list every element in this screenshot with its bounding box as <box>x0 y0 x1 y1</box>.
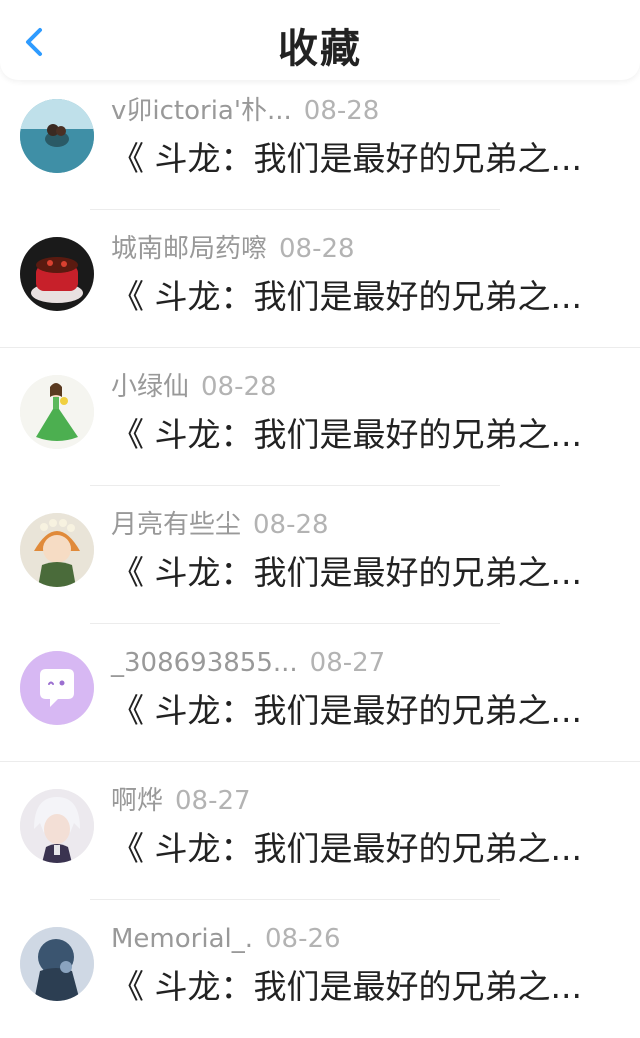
avatar[interactable] <box>20 927 94 1001</box>
item-title[interactable]: 《 斗龙：我们是最好的兄弟之... <box>111 412 611 458</box>
username[interactable]: 啊烨 <box>111 786 163 816</box>
list-item[interactable]: 啊烨 08-27 《 斗龙：我们是最好的兄弟之... <box>0 762 640 900</box>
username[interactable]: v卯ictoria'朴... <box>111 96 292 126</box>
list-item[interactable]: _308693855... 08-27 《 斗龙：我们是最好的兄弟之... <box>0 624 640 762</box>
item-title[interactable]: 《 斗龙：我们是最好的兄弟之... <box>111 136 611 182</box>
item-title[interactable]: 《 斗龙：我们是最好的兄弟之... <box>111 274 611 320</box>
item-title[interactable]: 《 斗龙：我们是最好的兄弟之... <box>111 826 611 872</box>
avatar[interactable] <box>20 99 94 173</box>
date: 08-26 <box>265 924 341 954</box>
list-item[interactable]: 小绿仙 08-28 《 斗龙：我们是最好的兄弟之... <box>0 348 640 486</box>
item-meta: 月亮有些尘 08-28 <box>111 508 329 542</box>
list-item[interactable]: 月亮有些尘 08-28 《 斗龙：我们是最好的兄弟之... <box>0 486 640 624</box>
username[interactable]: _308693855... <box>111 648 298 678</box>
list-item[interactable]: Memorial_. 08-26 《 斗龙：我们是最好的兄弟之... <box>0 900 640 1038</box>
item-title[interactable]: 《 斗龙：我们是最好的兄弟之... <box>111 688 611 734</box>
username[interactable]: 小绿仙 <box>111 372 189 402</box>
username[interactable]: 月亮有些尘 <box>111 510 241 540</box>
item-meta: v卯ictoria'朴... 08-28 <box>111 94 379 128</box>
item-meta: Memorial_. 08-26 <box>111 922 341 956</box>
item-meta: 小绿仙 08-28 <box>111 370 277 404</box>
avatar[interactable] <box>20 789 94 863</box>
avatar[interactable] <box>20 237 94 311</box>
item-meta: 啊烨 08-27 <box>111 784 251 818</box>
page-title: 收藏 <box>278 26 362 72</box>
date: 08-28 <box>279 234 355 264</box>
date: 08-28 <box>253 510 329 540</box>
avatar[interactable] <box>20 651 94 725</box>
avatar[interactable] <box>20 375 94 449</box>
item-title[interactable]: 《 斗龙：我们是最好的兄弟之... <box>111 964 611 1010</box>
avatar[interactable] <box>20 513 94 587</box>
top-bar: 收藏 <box>0 0 640 80</box>
list-item[interactable]: 城南邮局药嚓 08-28 《 斗龙：我们是最好的兄弟之... <box>0 210 640 348</box>
date: 08-28 <box>303 96 380 126</box>
item-title[interactable]: 《 斗龙：我们是最好的兄弟之... <box>111 550 611 596</box>
date: 08-27 <box>309 648 386 678</box>
username[interactable]: 城南邮局药嚓 <box>111 234 267 264</box>
list-item[interactable]: v卯ictoria'朴... 08-28 《 斗龙：我们是最好的兄弟之... <box>0 72 640 210</box>
username[interactable]: Memorial_. <box>111 924 253 954</box>
item-meta: 城南邮局药嚓 08-28 <box>111 232 355 266</box>
date: 08-28 <box>201 372 277 402</box>
favorites-list: v卯ictoria'朴... 08-28 《 斗龙：我们是最好的兄弟之... 城南… <box>0 72 640 1038</box>
item-meta: _308693855... 08-27 <box>111 646 385 680</box>
date: 08-27 <box>175 786 251 816</box>
